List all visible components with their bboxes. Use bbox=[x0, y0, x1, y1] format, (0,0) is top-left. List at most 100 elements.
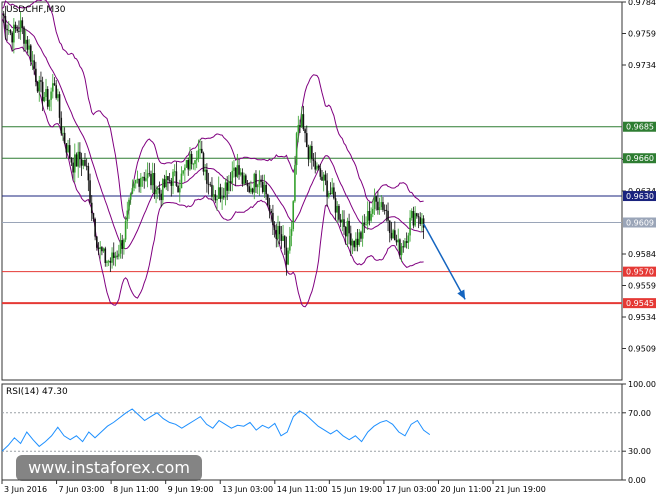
candle-body-173 bbox=[294, 165, 296, 202]
candle-body-94 bbox=[160, 193, 162, 201]
candle-body-143 bbox=[243, 175, 245, 184]
x-tick-label-3: 9 Jun 19:00 bbox=[168, 485, 214, 494]
level-label-4: 0.9570 bbox=[626, 268, 654, 277]
candle-body-181 bbox=[307, 147, 310, 160]
candle-body-123 bbox=[209, 184, 212, 186]
candle-body-142 bbox=[241, 172, 244, 184]
candle-body-170 bbox=[289, 235, 291, 251]
candle-body-7 bbox=[13, 24, 15, 43]
candle-body-130 bbox=[221, 196, 223, 199]
candle-body-82 bbox=[140, 177, 142, 187]
candle-body-18 bbox=[31, 60, 34, 62]
price-tick-label-2: 0.9734 bbox=[628, 61, 656, 70]
candle-body-53 bbox=[90, 202, 93, 214]
candle-body-26 bbox=[45, 88, 47, 98]
candle-body-176 bbox=[299, 125, 301, 127]
price-tick-label-7: 0.9534 bbox=[628, 313, 656, 322]
candle-body-57 bbox=[97, 247, 100, 250]
candle-body-51 bbox=[87, 166, 90, 181]
candle-body-107 bbox=[182, 170, 184, 174]
x-tick-label-0: 3 Jun 2016 bbox=[4, 485, 47, 494]
candle-body-49 bbox=[84, 159, 86, 166]
candle-body-216 bbox=[366, 210, 369, 225]
candle-body-179 bbox=[304, 129, 306, 134]
candle-body-245 bbox=[416, 213, 418, 217]
candle-body-164 bbox=[278, 225, 281, 235]
candle-body-227 bbox=[385, 209, 388, 211]
candle-body-174 bbox=[295, 133, 298, 166]
candle-body-148 bbox=[251, 188, 254, 193]
candle-body-248 bbox=[421, 218, 423, 225]
candle-body-126 bbox=[214, 194, 217, 201]
candle-body-70 bbox=[119, 240, 122, 254]
candle-body-199 bbox=[338, 205, 340, 220]
chart-root: 0.97840.97590.97340.96590.96340.95840.95… bbox=[0, 0, 664, 498]
candle-body-109 bbox=[185, 160, 188, 168]
candle-body-128 bbox=[217, 187, 220, 200]
candle-body-117 bbox=[199, 148, 201, 151]
candle-body-200 bbox=[339, 219, 342, 223]
candle-body-201 bbox=[341, 219, 344, 223]
candle-body-21 bbox=[36, 81, 39, 92]
candle-231 bbox=[392, 228, 394, 239]
candle-body-108 bbox=[184, 167, 186, 171]
candle-body-64 bbox=[109, 260, 112, 263]
candle-body-115 bbox=[195, 158, 198, 161]
candle-body-56 bbox=[96, 236, 98, 248]
candle-body-63 bbox=[107, 260, 110, 262]
candle-body-104 bbox=[177, 185, 179, 193]
candle-body-247 bbox=[419, 217, 422, 225]
chart-title: USDCHF,M30 bbox=[6, 5, 66, 15]
candle-body-236 bbox=[400, 246, 403, 256]
candle-body-93 bbox=[158, 188, 161, 194]
candle-body-4 bbox=[7, 30, 10, 31]
candle-body-125 bbox=[212, 194, 215, 197]
candle-body-214 bbox=[363, 222, 366, 225]
candle-body-212 bbox=[360, 232, 362, 239]
candle-body-204 bbox=[346, 220, 349, 237]
candle-body-14 bbox=[24, 39, 27, 44]
level-label-3: 0.9609 bbox=[626, 219, 654, 228]
candle-body-211 bbox=[358, 232, 361, 245]
candle-body-193 bbox=[327, 193, 330, 197]
candle-109 bbox=[185, 159, 188, 168]
candle-157 bbox=[267, 193, 269, 207]
candle-body-44 bbox=[75, 154, 78, 167]
candle-body-31 bbox=[53, 83, 56, 86]
candle-body-225 bbox=[382, 202, 384, 210]
candle-body-32 bbox=[55, 85, 57, 98]
rsi-tick-label-1: 70.00 bbox=[628, 409, 651, 418]
candle-27 bbox=[46, 86, 49, 110]
candle-body-149 bbox=[253, 173, 256, 193]
x-tick-label-7: 17 Jun 03:00 bbox=[386, 485, 437, 494]
candle-body-175 bbox=[297, 125, 300, 134]
candle-body-124 bbox=[211, 184, 213, 197]
candle-body-69 bbox=[118, 253, 120, 257]
watermark-text: www.instaforex.com bbox=[28, 458, 190, 477]
candle-body-147 bbox=[250, 188, 252, 193]
candle-body-197 bbox=[334, 198, 337, 213]
candle-body-111 bbox=[189, 153, 191, 170]
candle-body-46 bbox=[79, 151, 81, 160]
candle-body-203 bbox=[344, 227, 347, 237]
candle-body-98 bbox=[167, 176, 169, 181]
candle-body-43 bbox=[74, 154, 76, 173]
x-tick-label-1: 7 Jun 03:00 bbox=[59, 485, 105, 494]
candle-body-183 bbox=[311, 145, 313, 160]
candle-body-48 bbox=[82, 159, 85, 166]
candle-body-27 bbox=[46, 88, 49, 107]
candle-body-2 bbox=[4, 16, 7, 29]
candle-body-30 bbox=[51, 83, 54, 92]
candle-body-144 bbox=[245, 175, 247, 184]
candle-body-102 bbox=[173, 171, 176, 173]
candle-body-133 bbox=[226, 182, 228, 191]
candle-body-165 bbox=[280, 234, 283, 241]
candle-body-76 bbox=[129, 193, 132, 200]
candle-body-127 bbox=[216, 199, 218, 201]
candle-body-166 bbox=[282, 236, 284, 241]
rsi-tick-label-2: 30.00 bbox=[628, 447, 651, 456]
candle-body-221 bbox=[375, 196, 377, 202]
candle-body-97 bbox=[165, 176, 168, 188]
candle-body-235 bbox=[399, 239, 401, 256]
candle-body-19 bbox=[33, 60, 35, 69]
